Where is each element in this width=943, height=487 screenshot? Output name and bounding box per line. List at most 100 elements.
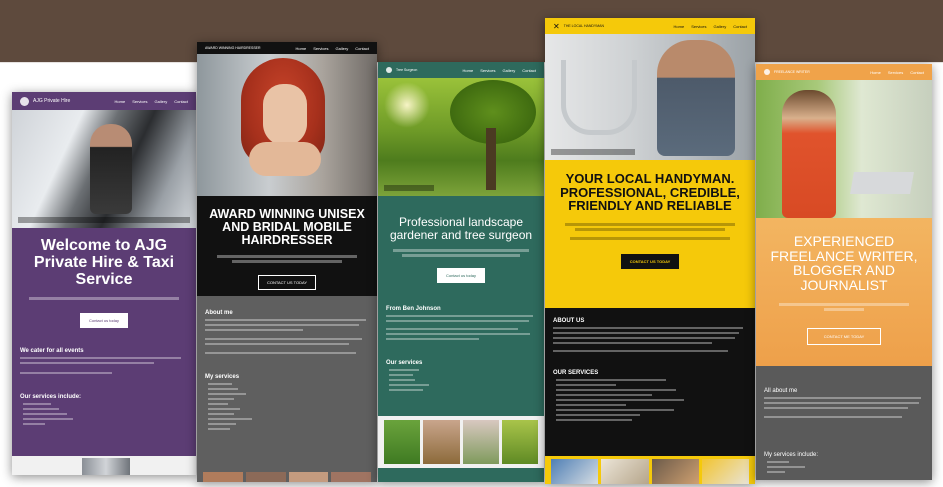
landscape-about-title: From Ben Johnson <box>386 306 441 312</box>
landscape-about-section: From Ben Johnson <box>378 300 544 349</box>
landscape-menu-item[interactable]: Services <box>480 68 495 73</box>
service-bullet <box>556 404 626 406</box>
handyman-headline: YOUR LOCAL HANDYMAN. PROFESSIONAL, CREDI… <box>560 171 740 214</box>
text-line <box>205 352 356 354</box>
handyman-menu: Home Services Gallery Contact <box>674 24 747 29</box>
handyman-menu-item[interactable]: Services <box>691 24 706 29</box>
writer-about-section: All about me <box>756 382 932 427</box>
service-bullet <box>208 398 234 400</box>
taxi-contact-button[interactable]: Contact us today <box>79 313 129 329</box>
handyman-menu-item[interactable]: Contact <box>733 24 747 29</box>
handyman-menu-item[interactable]: Home <box>674 24 685 29</box>
gallery-thumbnail[interactable] <box>501 420 538 464</box>
landscape-contact-button[interactable]: Contact us today <box>436 268 486 284</box>
hair-about-section: About me <box>197 304 377 363</box>
hair-headline-panel: AWARD WINNING UNISEX AND BRIDAL MOBILE H… <box>197 196 377 296</box>
text-line <box>386 333 530 335</box>
hand-shape <box>249 142 321 176</box>
service-bullet <box>389 369 419 371</box>
hair-menu-item[interactable]: Gallery <box>336 46 349 51</box>
landscape-brand: Tree Surgeon <box>396 68 418 72</box>
writer-logo[interactable]: FREELANCE WRITER <box>764 69 810 75</box>
hair-menu-item[interactable]: Home <box>296 46 307 51</box>
service-bullet <box>556 409 674 411</box>
text-line <box>764 407 908 409</box>
hair-menu-item[interactable]: Contact <box>355 46 369 51</box>
service-bullet <box>208 393 246 395</box>
taxi-hero-photo <box>12 110 196 228</box>
hair-hero-photo <box>197 54 377 196</box>
service-bullet <box>208 388 238 390</box>
writer-about-title: All about me <box>764 388 798 394</box>
hair-logo[interactable]: AWARD WINNING HAIRDRESSER <box>205 46 261 50</box>
service-bullet <box>208 428 230 430</box>
service-bullet <box>23 423 45 425</box>
template-card-writer[interactable]: FREELANCE WRITER Home Services Contact E… <box>756 64 932 480</box>
taxi-menu-item[interactable]: Home <box>115 99 126 104</box>
gallery-thumbnail[interactable] <box>288 472 329 482</box>
taxi-photo-caption <box>18 217 190 223</box>
template-card-landscape[interactable]: Tree Surgeon Home Services Gallery Conta… <box>378 62 544 482</box>
service-bullet <box>208 383 232 385</box>
gallery-thumbnail[interactable] <box>203 472 243 482</box>
handyman-photo-caption <box>551 149 635 155</box>
taxi-footer-photo-area <box>12 456 196 475</box>
handyman-logo[interactable]: ✕ THE LOCAL HANDYMAN <box>553 22 604 31</box>
gallery-thumbnail[interactable] <box>384 420 421 464</box>
gallery-thumbnail[interactable] <box>245 472 286 482</box>
service-bullet <box>389 374 413 376</box>
template-card-taxi[interactable]: AJG Private Hire Home Services Gallery C… <box>12 92 196 475</box>
landscape-headline: Professional landscape gardener and tree… <box>389 215 533 242</box>
text-line <box>553 342 713 344</box>
taxi-logo[interactable]: AJG Private Hire <box>20 96 70 106</box>
hair-services-section: My services <box>197 368 377 439</box>
taxi-menu-item[interactable]: Gallery <box>155 99 168 104</box>
landscape-services-title: Our services <box>386 360 423 366</box>
handyman-blurb <box>575 227 725 231</box>
landscape-menu-item[interactable]: Home <box>463 68 474 73</box>
template-card-hairdresser[interactable]: AWARD WINNING HAIRDRESSER Home Services … <box>197 42 377 482</box>
gallery-thumbnail[interactable] <box>423 420 460 464</box>
hair-services-title: My services <box>205 374 240 380</box>
gallery-thumbnail[interactable] <box>462 420 499 464</box>
service-bullet <box>389 389 423 391</box>
hair-contact-button[interactable]: CONTACT US TODAY <box>257 275 317 291</box>
text-line <box>205 343 350 345</box>
text-line <box>553 337 736 339</box>
handyman-menu-item[interactable]: Gallery <box>714 24 727 29</box>
service-bullet <box>389 384 429 386</box>
taxi-menu-item[interactable]: Contact <box>174 99 188 104</box>
laptop-shape <box>850 172 914 194</box>
gallery-thumbnail[interactable] <box>551 459 599 484</box>
text-line <box>20 357 182 359</box>
hair-gallery-strip <box>197 472 377 482</box>
hair-menu-item[interactable]: Services <box>313 46 328 51</box>
landscape-gallery-strip <box>378 416 544 468</box>
landscape-menu-item[interactable]: Contact <box>522 68 536 73</box>
taxi-menu-item[interactable]: Services <box>132 99 147 104</box>
gallery-thumbnail[interactable] <box>651 459 699 484</box>
taxi-headline: Welcome to AJG Private Hire & Taxi Servi… <box>33 237 175 288</box>
taxi-services-section: Our services include: <box>12 388 196 434</box>
taxi-navbar: AJG Private Hire Home Services Gallery C… <box>12 92 196 110</box>
landscape-logo[interactable]: Tree Surgeon <box>386 67 417 73</box>
gallery-thumbnail[interactable] <box>601 459 649 484</box>
writer-contact-button[interactable]: CONTACT ME TODAY <box>806 327 882 345</box>
service-bullet <box>208 413 234 415</box>
tree-icon <box>386 67 392 73</box>
service-bullet <box>556 389 676 391</box>
writer-menu-item[interactable]: Services <box>888 70 903 75</box>
template-card-handyman[interactable]: ✕ THE LOCAL HANDYMAN Home Services Galler… <box>545 18 755 484</box>
service-bullet <box>23 408 59 410</box>
gallery-thumbnail[interactable] <box>331 472 371 482</box>
writer-menu-item[interactable]: Home <box>870 70 881 75</box>
handyman-hero-photo <box>545 34 755 160</box>
gallery-thumbnail[interactable] <box>701 459 749 484</box>
text-line <box>205 319 366 321</box>
writer-menu-item[interactable]: Contact <box>910 70 924 75</box>
handyman-contact-button[interactable]: CONTACT US TODAY <box>620 253 680 269</box>
landscape-blurb <box>402 254 520 258</box>
landscape-menu: Home Services Gallery Contact <box>463 68 536 73</box>
landscape-menu-item[interactable]: Gallery <box>503 68 516 73</box>
handyman-services-title: OUR SERVICES <box>553 370 599 376</box>
